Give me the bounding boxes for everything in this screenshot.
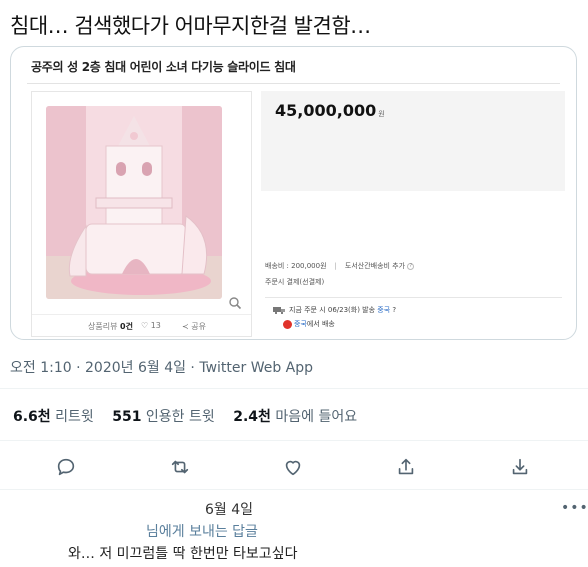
tweet-text: 침대… 검색했다가 어마무지한걸 발견함… <box>10 14 371 38</box>
tweet-timestamp[interactable]: 오전 1:10 · 2020년 6월 4일 · Twitter Web App <box>10 357 313 377</box>
download-button[interactable] <box>506 453 534 481</box>
product-photo[interactable] <box>46 106 222 299</box>
review-count[interactable]: 상품리뷰 0건 <box>88 321 133 332</box>
download-icon <box>512 458 528 475</box>
share-button[interactable] <box>392 453 420 481</box>
reply-icon <box>57 458 75 476</box>
delivery-estimate: 지금 주문 시 06/23(화) 발송 중국 ? <box>273 305 396 315</box>
reply-text: 와… 저 미끄럼틀 딱 한번만 타보고싶다 <box>68 546 298 562</box>
engagement-counts: 6.6천 리트윗 551 인용한 트윗 2.4천 마음에 들어요 <box>13 406 371 426</box>
share-icon <box>398 458 414 475</box>
share-link[interactable]: ≺ 공유 <box>182 321 206 332</box>
reply-date: 6월 4일 <box>205 502 254 518</box>
tweet-actions <box>0 453 588 481</box>
divider <box>265 297 562 298</box>
product-title: 공주의 성 2층 침대 어린이 소녀 다기능 슬라이드 침대 <box>31 60 296 74</box>
share-small-icon: ≺ <box>182 322 189 331</box>
castle-bed-illustration <box>46 106 222 299</box>
like-count-total[interactable]: 2.4천 마음에 들어요 <box>233 409 357 425</box>
like-button[interactable] <box>279 453 307 481</box>
origin-info: 중국에서 배송 <box>283 319 335 329</box>
more-options-icon[interactable]: ••• <box>561 500 588 516</box>
like-icon <box>285 460 301 476</box>
retweet-button[interactable] <box>166 453 194 481</box>
zoom-icon[interactable] <box>228 296 242 310</box>
divider <box>27 83 560 84</box>
divider <box>0 489 588 490</box>
truck-icon <box>273 306 285 314</box>
retweet-icon <box>171 460 189 474</box>
china-flag-icon <box>283 319 292 329</box>
shipping-info: 배송비 : 200,000원 | 도서산간배송비 추가 ? <box>265 261 415 271</box>
heart-icon: ♡ <box>141 321 149 330</box>
retweet-count[interactable]: 6.6천 리트윗 <box>13 409 94 425</box>
help-icon[interactable]: ? <box>392 306 396 314</box>
reply-button[interactable] <box>52 453 80 481</box>
product-card[interactable]: 공주의 성 2층 침대 어린이 소녀 다기능 슬라이드 침대 상품리뷰 0건 ♡… <box>10 46 577 340</box>
product-price: 45,000,000 원 <box>275 101 385 120</box>
payment-info: 주문시 결제(선결제) <box>265 278 325 286</box>
product-image-panel: 상품리뷰 0건 ♡ 13 ≺ 공유 <box>31 91 252 337</box>
help-icon[interactable]: ? <box>407 262 415 270</box>
divider <box>0 388 588 389</box>
divider <box>0 440 588 441</box>
product-stats: 상품리뷰 0건 ♡ 13 ≺ 공유 <box>32 314 251 336</box>
replying-to[interactable]: 님에게 보내는 답글 <box>146 521 258 541</box>
quote-count[interactable]: 551 인용한 트윗 <box>112 409 215 425</box>
like-count[interactable]: ♡ 13 <box>141 321 161 330</box>
